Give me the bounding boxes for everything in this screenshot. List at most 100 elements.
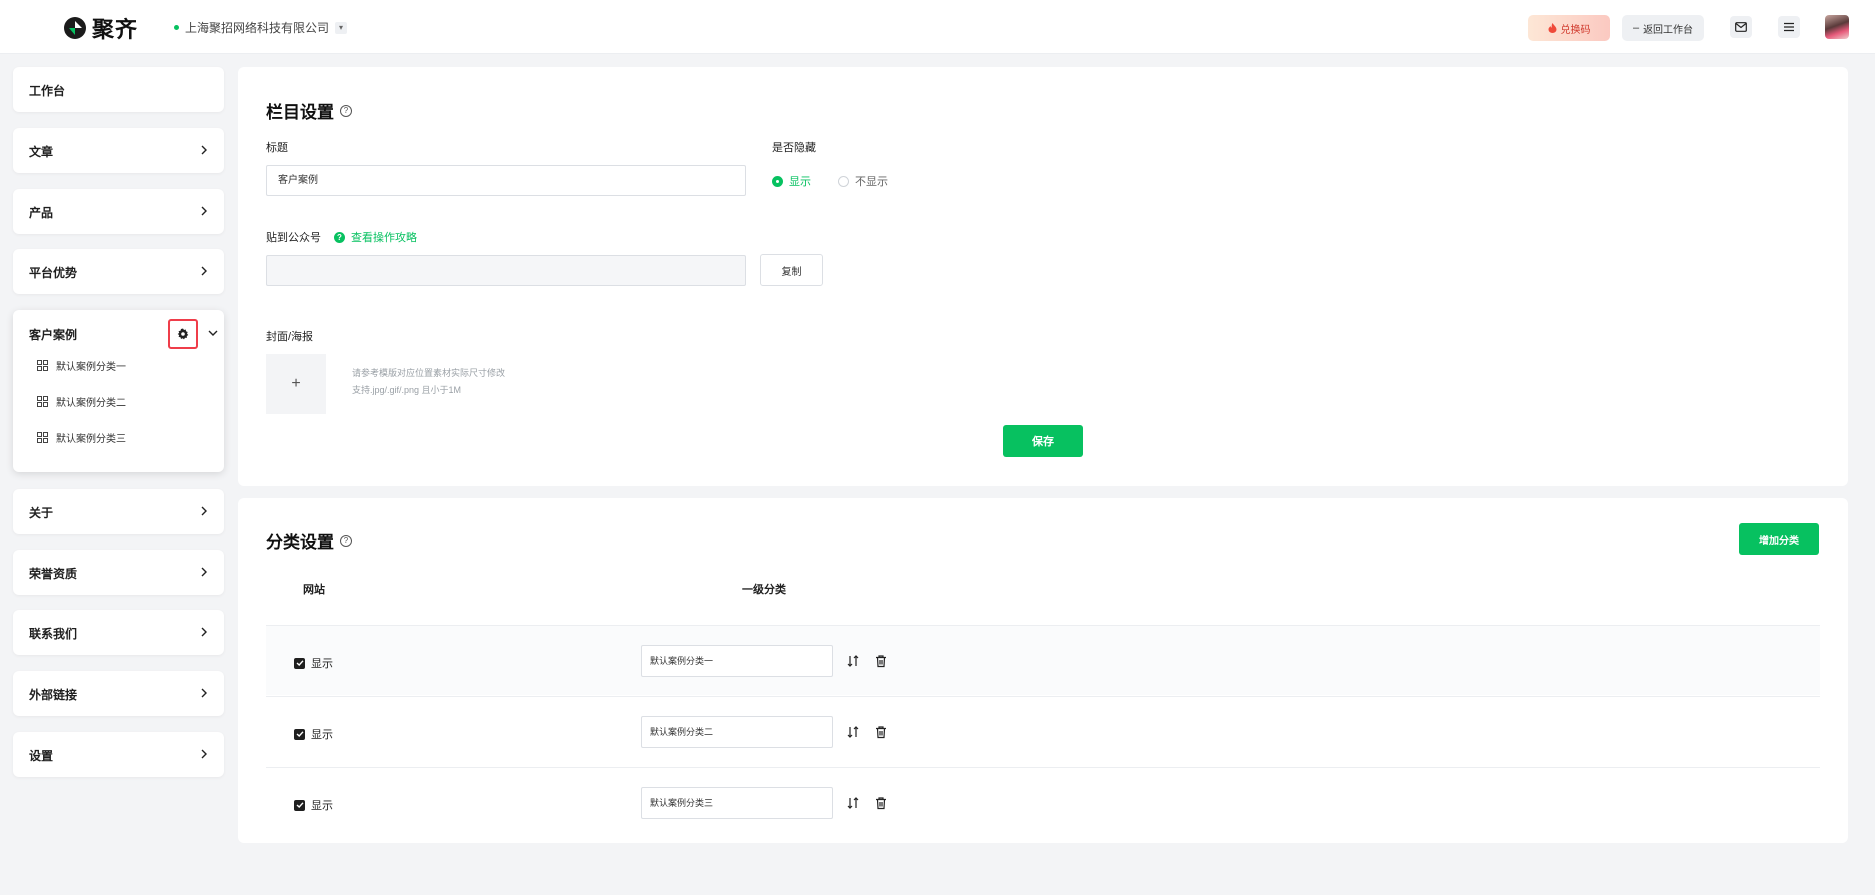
- sidebar-subitem-label: 默认案例分类三: [56, 433, 126, 445]
- show-checkbox[interactable]: 显示: [294, 726, 333, 742]
- sidebar-item-label: 客户案例: [29, 328, 78, 342]
- chevron-right-icon: [201, 266, 207, 276]
- sidebar-item-honors[interactable]: 荣誉资质: [13, 550, 224, 595]
- minus-icon: –: [1632, 22, 1640, 34]
- top-header: 聚齐 上海聚招网络科技有限公司 ▾ 兑换码 – 返回工作台: [0, 0, 1875, 54]
- post-label: 贴到公众号: [266, 232, 321, 244]
- sidebar-item-products[interactable]: 产品: [13, 189, 224, 234]
- company-name: 上海聚招网络科技有限公司: [185, 21, 330, 35]
- redeem-code-label: 兑换码: [1560, 24, 1591, 36]
- logo[interactable]: 聚齐: [62, 12, 138, 44]
- chevron-right-icon: [201, 688, 207, 698]
- sidebar-item-label: 工作台: [29, 84, 66, 98]
- sort-icon[interactable]: [846, 654, 860, 668]
- check-icon: [296, 660, 304, 666]
- checkbox-checked[interactable]: [294, 657, 305, 669]
- category-name-input[interactable]: 默认案例分类二: [641, 716, 833, 748]
- company-switcher[interactable]: 上海聚招网络科技有限公司 ▾: [174, 19, 348, 36]
- chevron-right-icon: [201, 627, 207, 637]
- caret-down-icon: ▾: [335, 21, 348, 34]
- title-input[interactable]: 客户案例: [266, 165, 746, 196]
- avatar[interactable]: [1825, 15, 1849, 39]
- back-to-workbench-button[interactable]: – 返回工作台: [1622, 15, 1704, 41]
- back-to-workbench-label: 返回工作台: [1643, 24, 1694, 36]
- trash-icon[interactable]: [874, 654, 888, 668]
- radio-show[interactable]: 显示: [772, 173, 811, 189]
- sidebar-item-label: 联系我们: [29, 627, 78, 641]
- mail-button[interactable]: [1730, 16, 1752, 38]
- sidebar-item-workbench[interactable]: 工作台: [13, 67, 224, 112]
- menu-icon: [1784, 22, 1794, 32]
- checkbox-checked[interactable]: [294, 728, 305, 740]
- sort-icon[interactable]: [846, 796, 860, 810]
- show-checkbox[interactable]: 显示: [294, 655, 333, 671]
- table-row: 显示 默认案例分类二: [266, 696, 1820, 766]
- cover-label: 封面/海报: [266, 331, 314, 343]
- sidebar-item-advantages[interactable]: 平台优势: [13, 249, 224, 294]
- guide-link-text: 查看操作攻略: [351, 232, 417, 244]
- gear-icon: [177, 328, 189, 340]
- category-settings-title: 分类设置 ?: [266, 528, 352, 553]
- save-button[interactable]: 保存: [1003, 425, 1083, 457]
- chevron-right-icon: [201, 145, 207, 155]
- sidebar-subitem-category-2[interactable]: 默认案例分类二: [37, 393, 126, 409]
- cases-settings-button[interactable]: [168, 319, 198, 349]
- radio-hide-label: 不显示: [855, 176, 888, 188]
- sidebar-subitem-category-1[interactable]: 默认案例分类一: [37, 357, 126, 373]
- fire-icon: [1548, 23, 1556, 33]
- sidebar-item-articles[interactable]: 文章: [13, 128, 224, 173]
- upload-hint: 请参考模版对应位置素材实际尺寸修改 支持.jpg/.gif/.png 且小于1M: [352, 365, 505, 399]
- category-settings-title-text: 分类设置: [266, 533, 334, 552]
- sidebar-item-about[interactable]: 关于: [13, 489, 224, 534]
- copy-button[interactable]: 复制: [760, 254, 823, 286]
- upload-hint-line-1: 请参考模版对应位置素材实际尺寸修改: [352, 368, 506, 378]
- category-settings-panel: 分类设置 ? 增加分类 网站 一级分类 显示 默认案例分类一 显示 默认案例分类…: [238, 498, 1848, 843]
- sidebar-item-label: 外部链接: [29, 688, 78, 702]
- cover-upload[interactable]: +: [266, 354, 326, 414]
- guide-link[interactable]: ? 查看操作攻略: [334, 229, 417, 245]
- sidebar-item-contact[interactable]: 联系我们: [13, 610, 224, 655]
- radio-hide-dot[interactable]: [838, 175, 849, 187]
- sidebar-item-label: 平台优势: [29, 266, 78, 280]
- sidebar-item-settings[interactable]: 设置: [13, 732, 224, 777]
- sidebar-subitem-label: 默认案例分类一: [56, 361, 126, 373]
- checkbox-checked[interactable]: [294, 799, 305, 811]
- sidebar-subitem-category-3[interactable]: 默认案例分类三: [37, 429, 126, 445]
- sort-icon[interactable]: [846, 725, 860, 739]
- radio-show-dot[interactable]: [772, 175, 783, 187]
- category-name-input[interactable]: 默认案例分类一: [641, 645, 833, 677]
- radio-hide[interactable]: 不显示: [838, 173, 888, 189]
- sidebar-item-external-links[interactable]: 外部链接: [13, 671, 224, 716]
- trash-icon[interactable]: [874, 725, 888, 739]
- add-category-button[interactable]: 增加分类: [1739, 523, 1819, 555]
- chevron-right-icon: [201, 506, 207, 516]
- upload-hint-line-2: 支持.jpg/.gif/.png 且小于1M: [352, 385, 462, 395]
- show-checkbox[interactable]: 显示: [294, 797, 333, 813]
- table-row: 显示 默认案例分类三: [266, 767, 1820, 837]
- post-link-input[interactable]: [266, 255, 746, 286]
- redeem-code-button[interactable]: 兑换码: [1528, 15, 1610, 41]
- hidden-label: 是否隐藏: [772, 142, 816, 154]
- category-name-input[interactable]: 默认案例分类三: [641, 787, 833, 819]
- mail-icon: [1735, 22, 1747, 32]
- sidebar-item-cases[interactable]: 客户案例 默认案例分类一 默认案例分类二 默认案例分类三: [13, 310, 224, 472]
- sidebar-item-label: 产品: [29, 206, 54, 220]
- logo-mark-icon: [64, 17, 86, 39]
- grid-icon: [37, 359, 48, 371]
- menu-button[interactable]: [1778, 16, 1800, 38]
- help-icon[interactable]: ?: [340, 534, 352, 547]
- column-settings-title-text: 栏目设置: [266, 103, 334, 122]
- sidebar-subitem-label: 默认案例分类二: [56, 397, 126, 409]
- chevron-right-icon: [201, 749, 207, 759]
- radio-show-label: 显示: [789, 176, 811, 188]
- column-header-site: 网站: [303, 584, 325, 596]
- question-icon: ?: [334, 231, 345, 243]
- status-dot: [174, 25, 179, 30]
- title-label: 标题: [266, 142, 288, 154]
- chevron-down-icon[interactable]: [207, 327, 219, 339]
- help-icon[interactable]: ?: [340, 104, 352, 117]
- show-checkbox-label: 显示: [311, 658, 333, 670]
- trash-icon[interactable]: [874, 796, 888, 810]
- check-icon: [296, 802, 304, 808]
- column-settings-title: 栏目设置 ?: [266, 98, 352, 123]
